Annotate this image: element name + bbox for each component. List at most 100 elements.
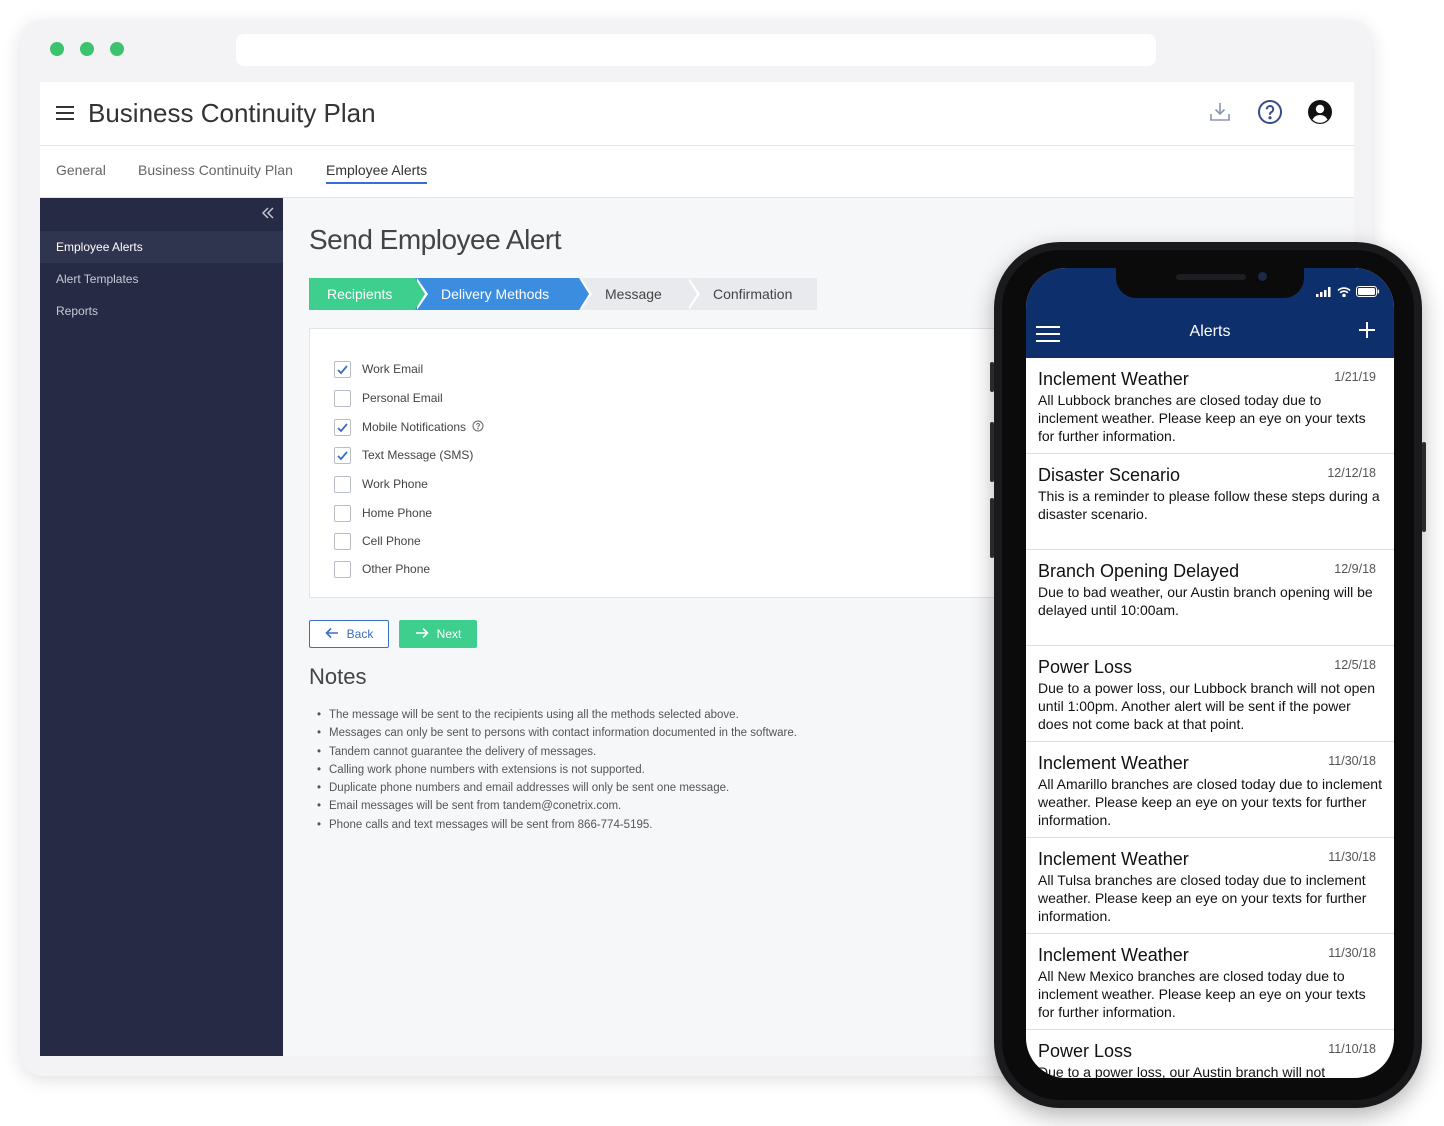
next-button[interactable]: Next xyxy=(399,620,477,648)
step-message[interactable]: Message xyxy=(579,278,700,310)
battery-icon xyxy=(1356,284,1380,302)
help-circle-icon[interactable] xyxy=(1256,98,1284,126)
phone-screen: Alerts Inclement Weather 1/21/19 All Lub… xyxy=(1026,268,1394,1078)
menu-icon[interactable] xyxy=(56,106,74,120)
back-button[interactable]: Back xyxy=(309,620,389,648)
alert-date: 11/10/18 xyxy=(1328,1042,1376,1056)
option-label: Personal Email xyxy=(362,391,443,405)
note-item: Messages can only be sent to persons wit… xyxy=(317,724,797,743)
checkbox[interactable] xyxy=(334,560,351,578)
checkbox-checked[interactable] xyxy=(334,418,351,436)
option-label: Text Message (SMS) xyxy=(362,448,474,462)
sidebar: Employee Alerts Alert Templates Reports xyxy=(40,198,283,1056)
window-dot-minimize[interactable] xyxy=(80,42,94,56)
step-label: Delivery Methods xyxy=(441,286,550,302)
top-actions xyxy=(1206,98,1334,126)
alerts-list: Inclement Weather 1/21/19 All Lubbock br… xyxy=(1026,358,1394,1078)
phone-mute-switch xyxy=(990,362,994,392)
sidebar-item-alert-templates[interactable]: Alert Templates xyxy=(40,263,283,295)
alert-body: Due to a power loss, our Lubbock branch … xyxy=(1038,680,1375,732)
alert-item[interactable]: Inclement Weather 11/30/18 All Amarillo … xyxy=(1026,742,1394,838)
option-other-phone[interactable]: Other Phone xyxy=(334,559,430,579)
alert-item[interactable]: Inclement Weather 1/21/19 All Lubbock br… xyxy=(1026,358,1394,454)
step-delivery-methods[interactable]: Delivery Methods xyxy=(415,278,592,310)
alert-body: All Tulsa branches are closed today due … xyxy=(1038,872,1367,924)
alert-item[interactable]: Power Loss 11/10/18 Due to a power loss,… xyxy=(1026,1030,1394,1078)
address-bar[interactable] xyxy=(236,34,1156,66)
phone-nav-title: Alerts xyxy=(1189,323,1231,340)
alert-body: This is a reminder to please follow thes… xyxy=(1038,488,1380,522)
alert-date: 12/12/18 xyxy=(1327,466,1376,480)
checkbox[interactable] xyxy=(334,532,351,550)
window-controls xyxy=(50,42,124,56)
alert-item[interactable]: Power Loss 12/5/18 Due to a power loss, … xyxy=(1026,646,1394,742)
notes-list: The message will be sent to the recipien… xyxy=(317,706,797,834)
alert-item[interactable]: Inclement Weather 11/30/18 All New Mexic… xyxy=(1026,934,1394,1030)
alert-date: 12/9/18 xyxy=(1334,562,1376,576)
option-work-email[interactable]: Work Email xyxy=(334,359,423,379)
double-chevron-left-icon[interactable] xyxy=(261,206,275,225)
note-item: Email messages will be sent from tandem@… xyxy=(317,797,797,816)
note-item: Phone calls and text messages will be se… xyxy=(317,816,797,835)
checkbox[interactable] xyxy=(334,504,351,522)
option-label: Work Email xyxy=(362,362,424,376)
alert-item[interactable]: Inclement Weather 11/30/18 All Tulsa bra… xyxy=(1026,838,1394,934)
phone-power-button xyxy=(1422,442,1426,532)
checkbox-checked[interactable] xyxy=(334,446,351,464)
phone-status-bar xyxy=(1026,268,1394,308)
help-circle-icon[interactable] xyxy=(472,420,484,435)
checkbox[interactable] xyxy=(334,389,351,407)
sidebar-item-employee-alerts[interactable]: Employee Alerts xyxy=(40,231,283,263)
tab-employee-alerts[interactable]: Employee Alerts xyxy=(326,162,428,184)
alert-item[interactable]: Disaster Scenario 12/12/18 This is a rem… xyxy=(1026,454,1394,550)
add-icon[interactable] xyxy=(1358,320,1376,344)
checkbox-checked[interactable] xyxy=(334,360,351,378)
option-work-phone[interactable]: Work Phone xyxy=(334,474,428,494)
alert-body: All Amarillo branches are closed today d… xyxy=(1038,776,1382,828)
alert-date: 1/21/19 xyxy=(1334,370,1376,384)
alert-title: Branch Opening Delayed xyxy=(1038,561,1240,581)
status-icons xyxy=(1316,284,1380,302)
note-item: The message will be sent to the recipien… xyxy=(317,706,797,725)
signal-icon xyxy=(1316,284,1332,302)
option-text-message[interactable]: Text Message (SMS) xyxy=(334,445,473,465)
wizard-steps: Recipients Delivery Methods Message Conf… xyxy=(309,278,817,310)
account-circle-icon[interactable] xyxy=(1306,98,1334,126)
alert-title: Power Loss xyxy=(1038,657,1133,677)
top-bar: Business Continuity Plan xyxy=(40,82,1354,146)
alert-body: Due to a power loss, our Austin branch w… xyxy=(1038,1064,1326,1078)
alert-date: 11/30/18 xyxy=(1328,946,1376,960)
option-cell-phone[interactable]: Cell Phone xyxy=(334,531,421,551)
option-personal-email[interactable]: Personal Email xyxy=(334,388,443,408)
alert-body: All New Mexico branches are closed today… xyxy=(1038,968,1366,1020)
sidebar-item-reports[interactable]: Reports xyxy=(40,295,283,327)
step-recipients[interactable]: Recipients xyxy=(309,278,428,310)
wifi-icon xyxy=(1337,284,1351,302)
phone-volume-up xyxy=(990,422,994,482)
step-label: Confirmation xyxy=(713,286,793,302)
option-home-phone[interactable]: Home Phone xyxy=(334,503,432,523)
step-confirmation[interactable]: Confirmation xyxy=(687,278,817,310)
arrow-right-icon xyxy=(415,627,429,642)
note-item: Calling work phone numbers with extensio… xyxy=(317,761,797,780)
alert-body: Due to bad weather, our Austin branch op… xyxy=(1038,584,1373,618)
option-label: Cell Phone xyxy=(362,534,421,548)
tab-general[interactable]: General xyxy=(56,162,106,178)
option-label: Home Phone xyxy=(362,506,433,520)
download-icon[interactable] xyxy=(1206,98,1234,126)
step-label: Message xyxy=(605,286,662,302)
checkbox[interactable] xyxy=(334,475,351,493)
phone-nav-bar: Alerts xyxy=(1026,308,1394,358)
note-item: Duplicate phone numbers and email addres… xyxy=(317,779,797,798)
option-mobile-notifications[interactable]: Mobile Notifications xyxy=(334,417,484,437)
alert-item[interactable]: Branch Opening Delayed 12/9/18 Due to ba… xyxy=(1026,550,1394,646)
alert-date: 11/30/18 xyxy=(1328,850,1376,864)
note-item: Tandem cannot guarantee the delivery of … xyxy=(317,743,797,762)
app-title: Business Continuity Plan xyxy=(88,98,376,128)
alert-body: All Lubbock branches are closed today du… xyxy=(1038,392,1366,444)
tab-business-continuity-plan[interactable]: Business Continuity Plan xyxy=(138,162,293,178)
phone-notch xyxy=(1116,268,1304,298)
option-label: Mobile Notifications xyxy=(362,420,467,434)
window-dot-close[interactable] xyxy=(50,42,64,56)
window-dot-maximize[interactable] xyxy=(110,42,124,56)
